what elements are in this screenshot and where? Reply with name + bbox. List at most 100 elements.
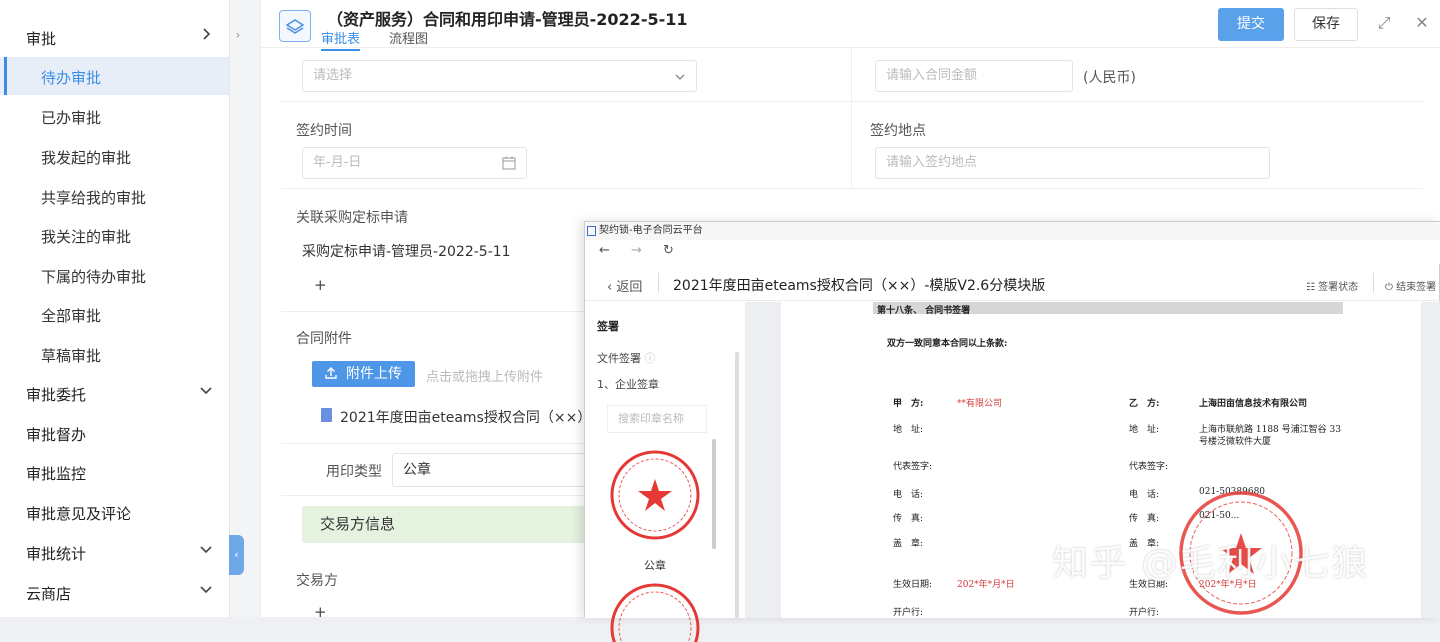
sidebar-item-label: 下属的待办审批 — [41, 268, 147, 286]
bank-label: 开户行: — [893, 608, 924, 618]
step-label: 1、企业签章 — [597, 378, 659, 391]
chevron-down-icon — [675, 74, 685, 80]
company-seal-icon[interactable] — [609, 449, 701, 541]
menu-group-delegate[interactable]: 审批委托 — [0, 374, 229, 412]
menu-group-comments[interactable]: 审批意见及评论 — [0, 493, 229, 531]
add-party-button[interactable]: + — [314, 603, 327, 621]
column-divider — [851, 48, 852, 188]
upload-button[interactable]: 附件上传 — [312, 361, 415, 387]
sign-status-button[interactable]: ☷ 签署状态 — [1306, 278, 1358, 293]
select-placeholder: 请选择 — [313, 68, 353, 83]
sidebar-item-label: 我发起的审批 — [41, 149, 132, 167]
seal-type-select[interactable]: 公章 — [392, 453, 592, 487]
menu-group-label: 审批统计 — [26, 545, 87, 563]
refresh-icon[interactable]: ↻ — [663, 243, 674, 258]
expand-icon[interactable]: ⤢ — [1375, 14, 1393, 32]
sidebar-item-pending[interactable]: 待办审批 — [0, 57, 229, 95]
sidebar-item-followed[interactable]: 我关注的审批 — [0, 216, 229, 254]
bank-label: 开户行: — [1129, 608, 1160, 618]
window-titlebar: 契约锁-电子合同云平台 — [585, 222, 1440, 240]
party-b-label: 乙 方: — [1129, 399, 1160, 409]
form-header: （资产服务）合同和用印申请-管理员-2022-5-11 审批表 流程图 提交 保… — [261, 0, 1440, 51]
rep-label: 代表签字: — [893, 462, 933, 472]
upload-icon — [325, 367, 337, 379]
upload-hint: 点击或拖拽上传附件 — [426, 370, 544, 385]
chevron-right-icon — [203, 28, 211, 40]
menu-group-stats[interactable]: 审批统计 — [0, 533, 229, 571]
sidebar-item-all[interactable]: 全部审批 — [0, 295, 229, 333]
sidebar-item-label: 全部审批 — [41, 307, 102, 325]
sign-time-label: 签约时间 — [296, 123, 352, 139]
chevron-down-icon — [200, 586, 212, 594]
menu-group-approval[interactable]: 审批 — [0, 18, 229, 56]
sidebar-item-initiated[interactable]: 我发起的审批 — [0, 137, 229, 175]
end-sign-button[interactable]: ⏻ 结束签署 — [1385, 278, 1436, 293]
sign-place-label: 签约地点 — [870, 123, 926, 139]
sign-status-label: 签署状态 — [1318, 282, 1359, 293]
contract-amount-input[interactable]: 请输入合同金额 — [875, 60, 1073, 92]
party-a-value: **有限公司 — [957, 399, 1003, 409]
sidebar-item-done[interactable]: 已办审批 — [0, 97, 229, 135]
sign-panel-title: 签署 — [597, 320, 619, 333]
company-seal-icon[interactable] — [609, 582, 701, 642]
party-b-value: 上海田亩信息技术有限公司 — [1199, 399, 1308, 409]
back-arrow-icon[interactable]: ← — [599, 243, 610, 258]
menu-group-monitor[interactable]: 审批监控 — [0, 453, 229, 491]
submit-button[interactable]: 提交 — [1218, 8, 1284, 41]
menu-group-supervise[interactable]: 审批督办 — [0, 414, 229, 452]
page-title: （资产服务）合同和用印申请-管理员-2022-5-11 — [327, 10, 688, 29]
watermark: 知乎 @毛利小七狼 — [1052, 543, 1370, 584]
chevron-right-icon[interactable]: › — [230, 20, 246, 50]
fax-label: 传 真: — [1129, 514, 1160, 524]
end-sign-label: 结束签署 — [1396, 282, 1437, 293]
tab-flowchart[interactable]: 流程图 — [389, 28, 428, 47]
rep-label: 代表签字: — [1129, 462, 1169, 472]
divider — [658, 273, 659, 293]
effective-label: 生效日期: — [893, 580, 933, 590]
sign-date-input[interactable]: 年-月-日 — [302, 147, 527, 179]
sidebar-item-shared[interactable]: 共享给我的审批 — [0, 177, 229, 215]
divider — [1373, 273, 1374, 293]
sidebar-item-draft[interactable]: 草稿审批 — [0, 335, 229, 373]
scrollbar[interactable] — [712, 439, 716, 549]
sidebar-item-label: 已办审批 — [41, 109, 102, 127]
chevron-down-icon — [200, 387, 212, 395]
upload-label: 附件上传 — [346, 366, 402, 382]
doc-sign-label: 文件签署 ⓘ — [597, 350, 656, 366]
attachment-file-link[interactable]: 2021年度田亩eteams授权合同（××）-模 — [340, 407, 610, 427]
amount-unit: (人民币) — [1083, 70, 1136, 86]
back-button[interactable]: ‹ 返回 — [607, 276, 642, 295]
phone-label: 电 话: — [893, 490, 924, 500]
app-icon — [587, 226, 596, 236]
seal-label: 盖 章: — [893, 539, 924, 549]
section-heading: 第十八条、 合同书签署 — [877, 306, 971, 316]
chevron-down-icon — [200, 546, 212, 554]
phone-label: 电 话: — [1129, 490, 1160, 500]
scrollbar[interactable] — [735, 352, 739, 618]
calendar-icon — [502, 156, 516, 170]
address-label: 地 址: — [893, 425, 924, 435]
browser-nav: ← → ↻ — [585, 240, 1440, 264]
sidebar-item-subordinate[interactable]: 下属的待办审批 — [0, 256, 229, 294]
address-label: 地 址: — [1129, 425, 1160, 435]
seal-name: 公章 — [644, 559, 666, 572]
sidebar-item-label: 待办审批 — [41, 69, 102, 87]
seal-search-input[interactable]: 搜索印章名称 — [607, 405, 707, 433]
tab-approval-form[interactable]: 审批表 — [321, 28, 361, 51]
add-related-button[interactable]: + — [314, 276, 327, 294]
category-select[interactable]: 请选择 — [302, 60, 697, 92]
attachment-label: 合同附件 — [296, 331, 352, 347]
save-button[interactable]: 保存 — [1294, 8, 1358, 41]
fax-label: 传 真: — [893, 514, 924, 524]
doc-sign-text: 文件签署 — [597, 352, 641, 365]
sign-place-input[interactable]: 请输入签约地点 — [875, 147, 1270, 179]
close-icon[interactable]: ✕ — [1413, 14, 1431, 32]
forward-arrow-icon[interactable]: → — [631, 243, 642, 258]
seal-type-label: 用印类型 — [326, 464, 382, 480]
collapse-sidebar-handle[interactable]: ‹ — [229, 535, 244, 575]
sidebar-gutter — [229, 0, 259, 617]
party-a-label: 甲 方: — [893, 399, 924, 409]
menu-group-store[interactable]: 云商店 — [0, 573, 229, 611]
document-title: 2021年度田亩eteams授权合同（××）-模版V2.6分模块版 — [673, 278, 1046, 294]
related-link[interactable]: 采购定标申请-管理员-2022-5-11 — [302, 241, 511, 261]
